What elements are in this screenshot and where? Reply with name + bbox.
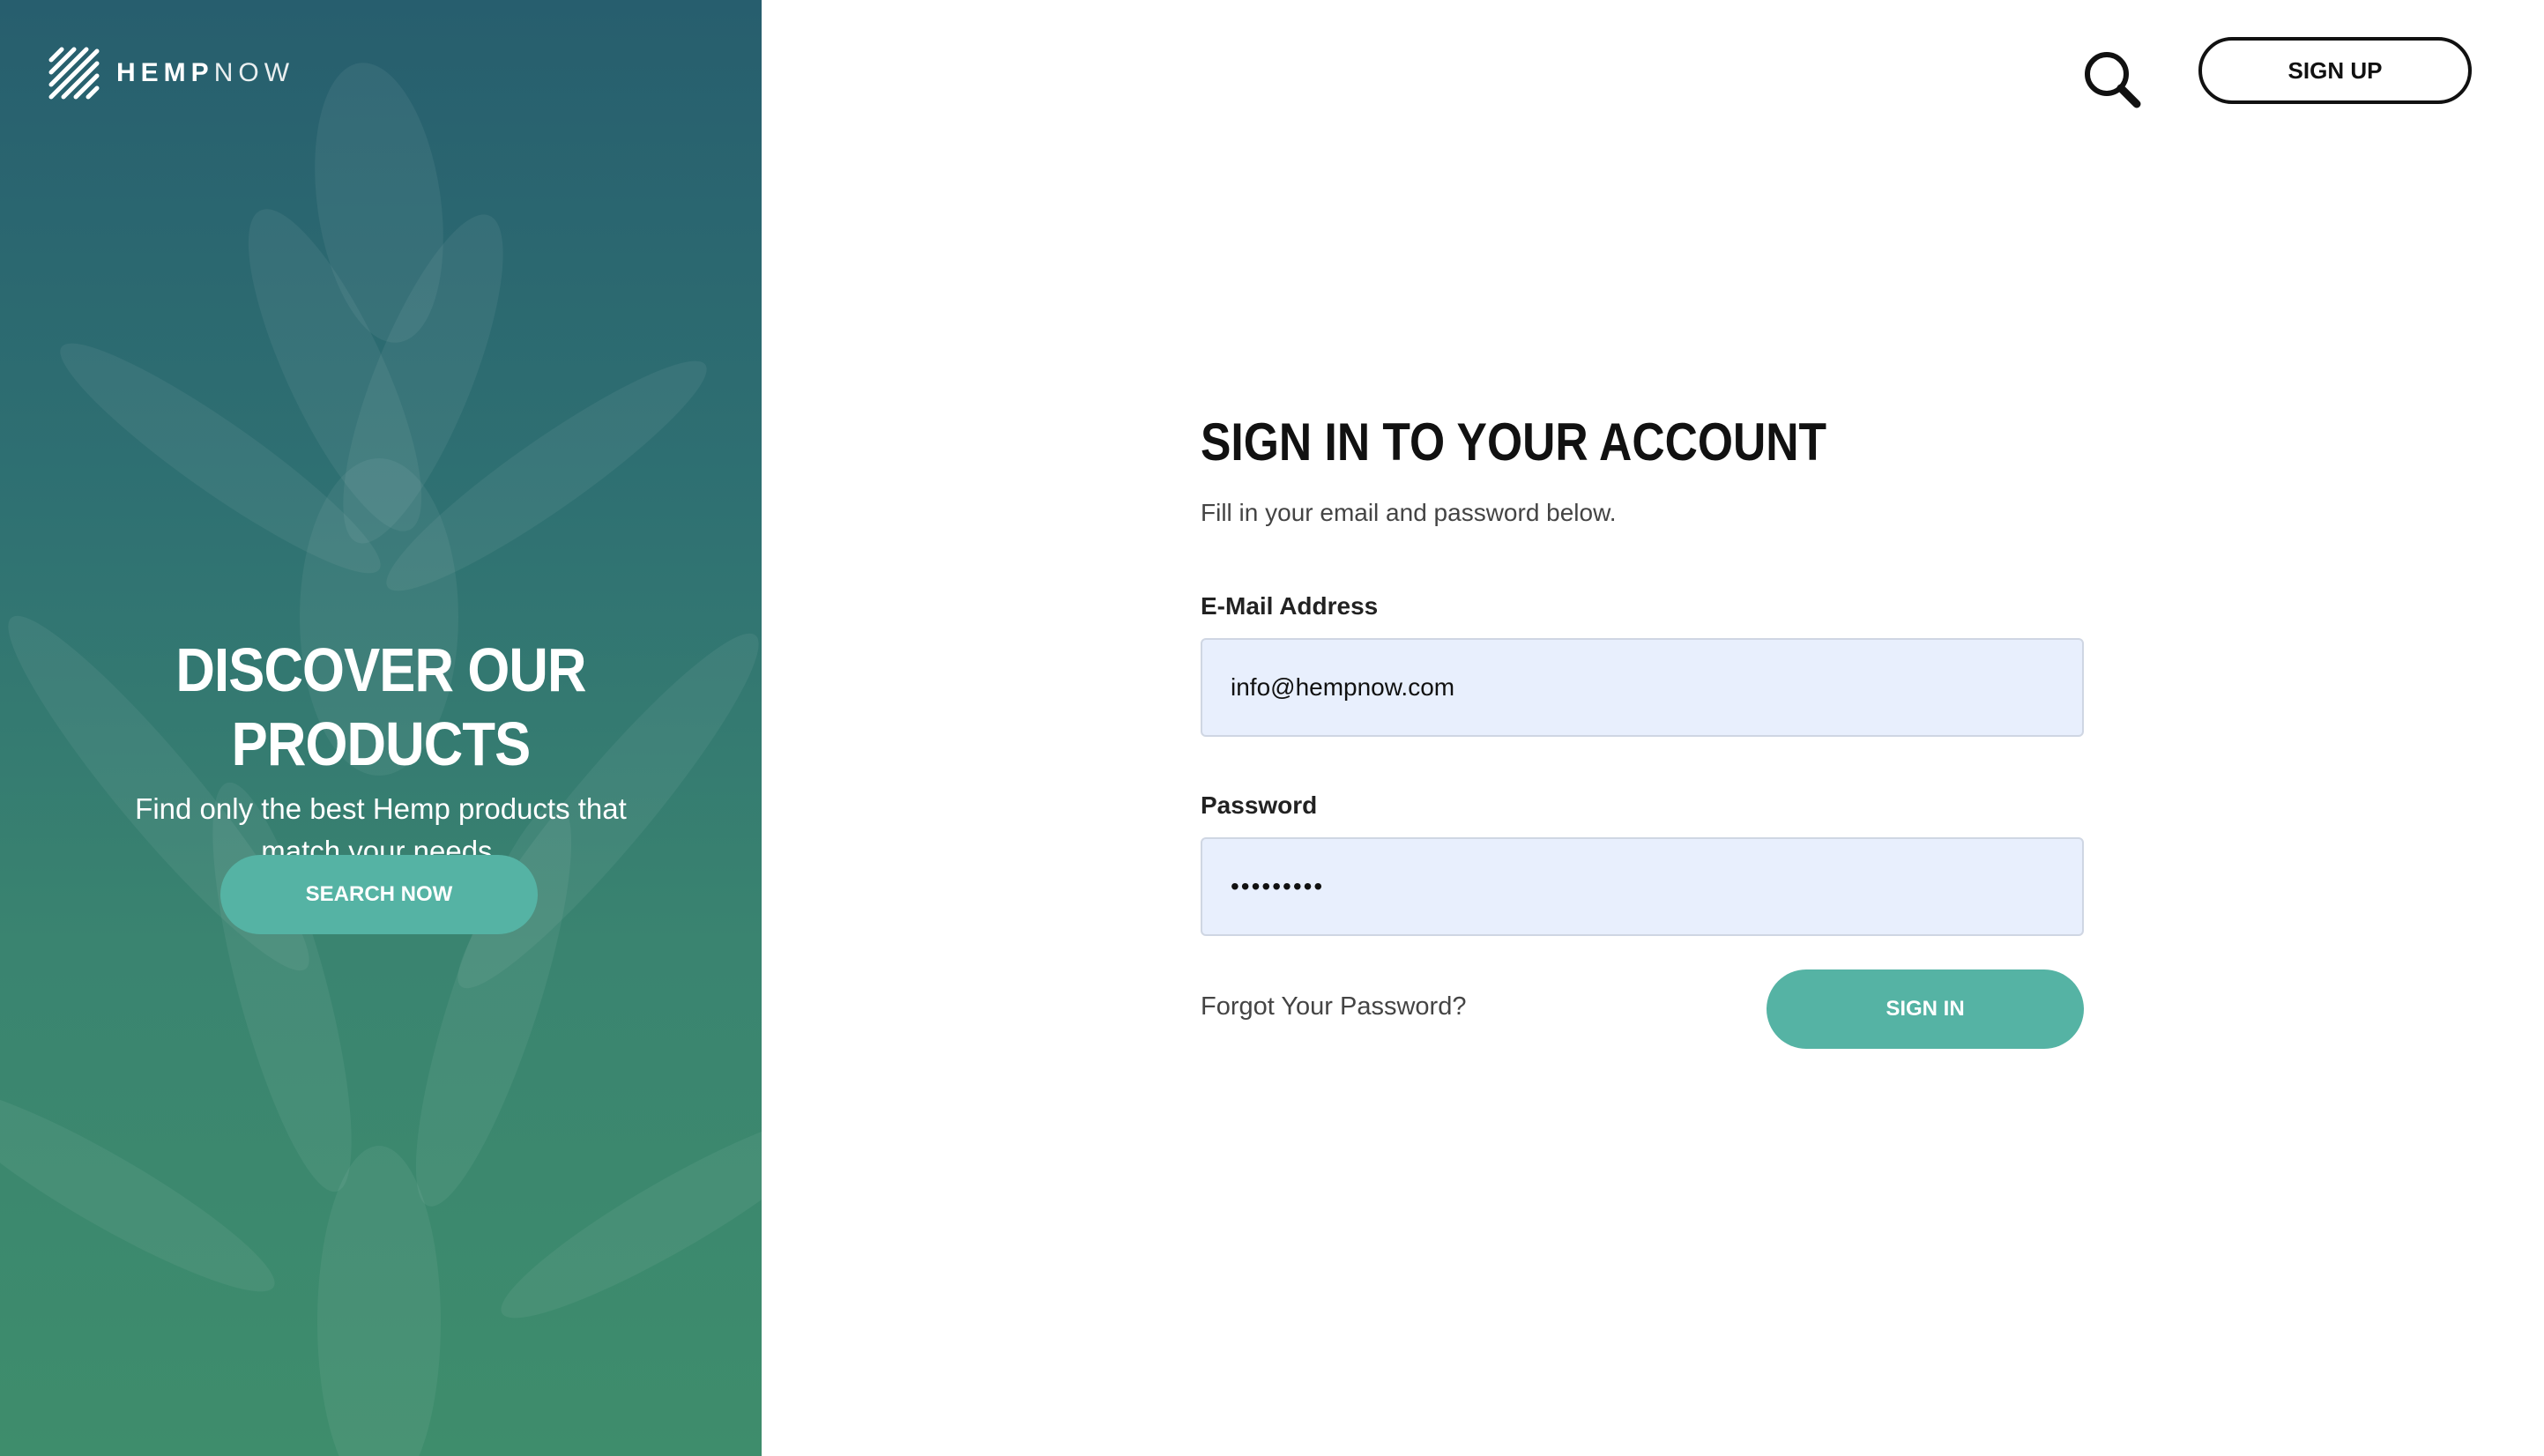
search-now-button[interactable]: SEARCH NOW xyxy=(220,855,538,934)
brand-name-bold: HEMP xyxy=(116,58,214,87)
brand-logo[interactable]: HEMPNOW xyxy=(46,46,294,100)
search-icon[interactable] xyxy=(2082,49,2142,109)
form-subtitle: Fill in your email and password below. xyxy=(1201,499,1617,526)
hero-panel: HEMPNOW DISCOVER OUR PRODUCTS Find only … xyxy=(0,0,762,1456)
hempnow-stripes-logo-icon xyxy=(48,47,100,100)
password-label: Password xyxy=(1201,791,1318,819)
hero-title: DISCOVER OUR PRODUCTS xyxy=(175,635,586,778)
sign-up-button[interactable]: SIGN UP xyxy=(2198,37,2472,104)
password-field[interactable] xyxy=(1201,837,2084,936)
brand-wordmark: HEMPNOW xyxy=(116,60,294,86)
sign-in-form: SIGN IN TO YOUR ACCOUNT Fill in your ema… xyxy=(1201,405,2084,1049)
email-field[interactable] xyxy=(1201,638,2084,737)
forgot-password-link[interactable]: Forgot Your Password? xyxy=(1201,991,1466,1022)
sign-in-button[interactable]: SIGN IN xyxy=(1767,969,2084,1049)
brand-name-light: NOW xyxy=(213,58,295,87)
email-label: E-Mail Address xyxy=(1201,592,1379,620)
form-title: SIGN IN TO YOUR ACCOUNT xyxy=(1201,412,1827,472)
hero-content: DISCOVER OUR PRODUCTS Find only the best… xyxy=(0,633,762,873)
